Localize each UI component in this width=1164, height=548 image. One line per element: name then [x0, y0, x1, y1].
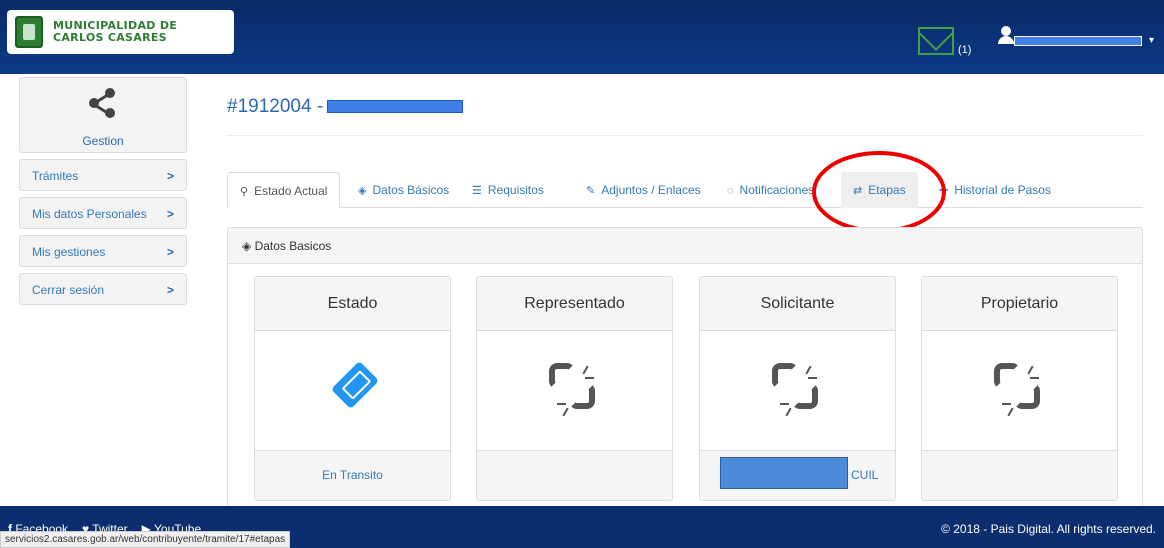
divider [227, 135, 1143, 136]
tab-datos-basicos[interactable]: ◈ Datos Básicos [358, 172, 449, 208]
comment-icon: ◌ [727, 185, 734, 197]
card-estado: Estado En Transito [254, 276, 451, 501]
tab-historial-de-pasos[interactable]: ✜ Historial de Pasos [939, 172, 1051, 208]
redacted-solicitante-name [720, 457, 848, 489]
chevron-right-icon: > [166, 169, 174, 183]
mail-count-badge: (1) [958, 44, 972, 56]
chevron-right-icon: > [166, 283, 174, 297]
card-body [477, 331, 672, 451]
card-propietario: Propietario [921, 276, 1118, 501]
tramite-number: #1912004 - [227, 96, 324, 117]
sidebar-item-label: Mis datos Personales [32, 207, 147, 221]
panel-title: Datos Basicos [254, 239, 332, 253]
card-title: Estado [255, 277, 450, 331]
tab-label: Requisitos [487, 183, 544, 197]
card-body [255, 331, 450, 451]
cuil-label: CUIL [851, 468, 879, 482]
browser-status-url: servicios2.casares.gob.ar/web/contribuye… [0, 531, 291, 548]
broken-link-icon [545, 359, 605, 419]
page-title: #1912004 - [227, 96, 464, 118]
paperclip-icon: ✎ [586, 185, 596, 197]
chevron-right-icon: > [166, 245, 174, 259]
top-navbar: MUNICIPALIDAD DE CARLOS CASARES (1) ▾ [0, 0, 1164, 74]
card-solicitante: Solicitante CUIL [699, 276, 896, 501]
sidebar-item-cerrar-sesion[interactable]: Cerrar sesión > [19, 273, 187, 305]
card-representado: Representado [476, 276, 673, 501]
highlight-circle-annotation [812, 151, 946, 233]
tag-icon: ◈ [242, 239, 255, 253]
card-body [922, 331, 1117, 451]
tab-label: Estado Actual [254, 184, 328, 198]
card-title: Propietario [922, 277, 1117, 331]
tab-estado-actual[interactable]: ⚲ Estado Actual [227, 172, 341, 208]
chevron-right-icon: > [166, 207, 174, 221]
user-icon [997, 26, 1015, 44]
sidebar-item-tramites[interactable]: Trámites > [19, 159, 187, 191]
gestion-label: Gestion [82, 134, 124, 148]
broken-link-icon [768, 359, 828, 419]
card-title: Solicitante [700, 277, 895, 331]
sidebar-item-mis-gestiones[interactable]: Mis gestiones > [19, 235, 187, 267]
card-footer [922, 451, 1117, 500]
card-footer: CUIL [700, 451, 895, 500]
tab-label: Notificaciones [739, 183, 815, 197]
sidebar-item-label: Trámites [32, 169, 79, 183]
logo-text: MUNICIPALIDAD DE CARLOS CASARES [53, 20, 177, 44]
tab-requisitos[interactable]: ☰ Requisitos [472, 172, 544, 208]
tab-label: Datos Básicos [372, 183, 450, 197]
tag-icon: ◈ [358, 185, 367, 197]
ticket-icon [329, 360, 380, 410]
panel-header: ◈ Datos Basicos [228, 228, 1142, 264]
municipality-logo[interactable]: MUNICIPALIDAD DE CARLOS CASARES [7, 10, 234, 54]
caret-down-icon[interactable]: ▾ [1149, 35, 1154, 46]
copyright: © 2018 - Pais Digital. All rights reserv… [941, 522, 1156, 536]
sidebar: Gestion Trámites > Mis datos Personales … [19, 77, 187, 305]
card-body [700, 331, 895, 451]
card-title: Representado [477, 277, 672, 331]
tab-bar: ⚲ Estado Actual ◈ Datos Básicos ☰ Requisito… [227, 172, 1143, 208]
envelope-icon[interactable] [918, 27, 954, 55]
municipal-seal-icon [15, 16, 43, 48]
estado-value[interactable]: En Transito [322, 468, 383, 482]
gestion-button[interactable]: Gestion [19, 77, 187, 153]
tab-adjuntos-enlaces[interactable]: ✎ Adjuntos / Enlaces [586, 172, 701, 208]
list-icon: ☰ [472, 185, 482, 197]
card-footer [477, 451, 672, 500]
card-footer[interactable]: En Transito [255, 451, 450, 500]
share-icon [87, 88, 117, 118]
redacted-username [1014, 36, 1142, 46]
tab-notificaciones[interactable]: ◌ Notificaciones [727, 172, 814, 208]
sidebar-item-mis-datos-personales[interactable]: Mis datos Personales > [19, 197, 187, 229]
sidebar-item-label: Mis gestiones [32, 245, 106, 259]
sidebar-item-label: Cerrar sesión [32, 283, 105, 297]
datos-basicos-panel: ◈ Datos Basicos Estado En Transito Repre… [227, 227, 1143, 517]
map-marker-icon: ⚲ [240, 186, 249, 198]
broken-link-icon [990, 359, 1050, 419]
tab-label: Adjuntos / Enlaces [601, 183, 701, 197]
redacted-identifier [327, 100, 464, 114]
logo-line-2: CARLOS CASARES [53, 31, 167, 44]
tab-label: Historial de Pasos [954, 183, 1051, 197]
